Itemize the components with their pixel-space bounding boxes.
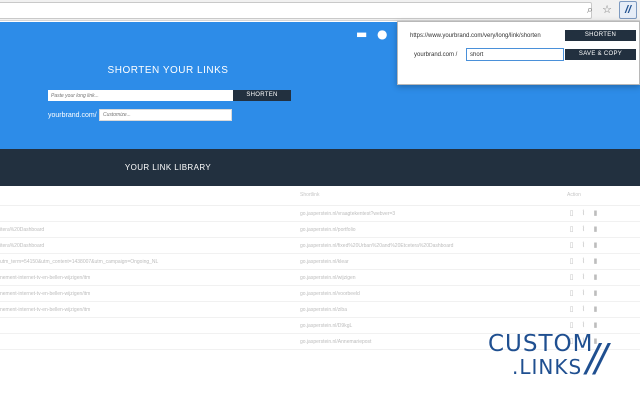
trash-icon[interactable]: ▮ — [591, 225, 600, 234]
long-link-cell[interactable]: nement-internet-tv-en-bellen-wijzigen/it… — [0, 275, 292, 281]
chart-icon[interactable]: ⌇ — [579, 209, 588, 218]
logo-line-1: CUSTOM — [488, 331, 594, 357]
chart-icon[interactable]: ⌇ — [579, 289, 588, 298]
extension-popup: SHORTEN yourbrand.com / SAVE & COPY — [397, 21, 640, 85]
library-header: YOUR LINK LIBRARY — [0, 149, 640, 186]
popup-shorten-button[interactable]: SHORTEN — [565, 30, 636, 41]
shortlink-cell[interactable]: go.jasperstein.nl/vraagtekentest?webver=… — [300, 211, 550, 217]
popup-short-input[interactable] — [466, 48, 564, 61]
table-header: Shortlink Action — [0, 186, 640, 206]
shortlink-cell[interactable]: go.jasperstein.nl/klear — [300, 259, 550, 265]
table-row: nement-internet-tv-en-bellen-wijzigen/it… — [0, 270, 640, 286]
address-bar[interactable] — [0, 2, 592, 19]
chart-icon[interactable]: ⌇ — [579, 321, 588, 330]
table-row: nement-internet-tv-en-bellen-wijzigen/it… — [0, 302, 640, 318]
file-icon[interactable]: ▯ — [567, 257, 576, 266]
long-link-input[interactable] — [48, 90, 233, 101]
chart-icon[interactable]: ⌇ — [579, 241, 588, 250]
trash-icon[interactable]: ▮ — [591, 273, 600, 282]
domain-label: yourbrand.com/ — [48, 112, 97, 119]
file-icon[interactable]: ▯ — [567, 241, 576, 250]
popup-long-url-input[interactable] — [410, 30, 561, 42]
table-row: itera%20Dashboard go.jasperstein.nl/portf… — [0, 222, 640, 238]
long-link-cell[interactable]: utm_term=54150&utm_content=1438007&utm_c… — [0, 259, 292, 265]
table-row: itera%20Dashboard go.jasperstein.nl/fixed… — [0, 238, 640, 254]
library-title: YOUR LINK LIBRARY — [124, 163, 212, 172]
action-header: Action — [567, 192, 581, 198]
shortlink-cell[interactable]: go.jasperstein.nl/D9kgL — [300, 323, 550, 329]
table-row: go.jasperstein.nl/vraagtekentest?webver=… — [0, 206, 640, 222]
shortlink-cell[interactable]: go.jasperstein.nl/ziba — [300, 307, 550, 313]
trash-icon[interactable]: ▮ — [591, 241, 600, 250]
search-icon[interactable]: ⌕ — [583, 3, 597, 17]
logo-line-2: .LINKS — [512, 355, 583, 379]
long-link-cell[interactable]: itera%20Dashboard — [0, 227, 292, 233]
browser-toolbar: ⌕ ☆ // — [0, 0, 640, 21]
shortlink-cell[interactable]: go.jasperstein.nl/fixed%20Urban%20and%20… — [300, 243, 550, 249]
trash-icon[interactable]: ▮ — [591, 209, 600, 218]
shortlink-cell[interactable]: go.jasperstein.nl/portfolio — [300, 227, 550, 233]
shortlink-header: Shortlink — [300, 192, 320, 198]
save-copy-button[interactable]: SAVE & COPY — [565, 49, 636, 60]
trash-icon[interactable]: ▮ — [591, 289, 600, 298]
logo-slashes: // — [586, 336, 608, 380]
table-row: nement-internet-tv-en-bellen-wijzigen/it… — [0, 286, 640, 302]
table-row: utm_term=54150&utm_content=1438007&utm_c… — [0, 254, 640, 270]
file-icon[interactable]: ▯ — [567, 305, 576, 314]
long-link-cell[interactable]: nement-internet-tv-en-bellen-wijzigen/it… — [0, 291, 292, 297]
chart-icon[interactable]: ⌇ — [579, 225, 588, 234]
customize-input[interactable] — [99, 109, 232, 121]
folder-icon[interactable]: ▬ — [356, 27, 367, 41]
long-link-cell[interactable]: nement-internet-tv-en-bellen-wijzigen/it… — [0, 307, 292, 313]
file-icon[interactable]: ▯ — [567, 225, 576, 234]
extension-button[interactable]: // — [619, 1, 637, 19]
long-link-cell[interactable]: itera%20Dashboard — [0, 243, 292, 249]
chart-icon[interactable]: ⌇ — [579, 305, 588, 314]
trash-icon[interactable]: ▮ — [591, 321, 600, 330]
chart-icon[interactable]: ⌇ — [579, 257, 588, 266]
shorten-button[interactable]: SHORTEN — [233, 90, 291, 101]
trash-icon[interactable]: ▮ — [591, 257, 600, 266]
custom-links-logo: CUSTOM .LINKS // — [488, 332, 630, 380]
chart-icon[interactable]: ⌇ — [579, 273, 588, 282]
popup-domain-label: yourbrand.com / — [414, 52, 458, 58]
trash-icon[interactable]: ▮ — [591, 305, 600, 314]
user-icon[interactable]: ● — [377, 27, 387, 41]
shortlink-cell[interactable]: go.jasperstein.nl/voorbeeld — [300, 291, 550, 297]
star-icon[interactable]: ☆ — [600, 3, 614, 17]
file-icon[interactable]: ▯ — [567, 289, 576, 298]
file-icon[interactable]: ▯ — [567, 321, 576, 330]
shortlink-cell[interactable]: go.jasperstein.nl/wijzigen — [300, 275, 550, 281]
file-icon[interactable]: ▯ — [567, 209, 576, 218]
hero-title: SHORTEN YOUR LINKS — [107, 65, 229, 76]
file-icon[interactable]: ▯ — [567, 273, 576, 282]
